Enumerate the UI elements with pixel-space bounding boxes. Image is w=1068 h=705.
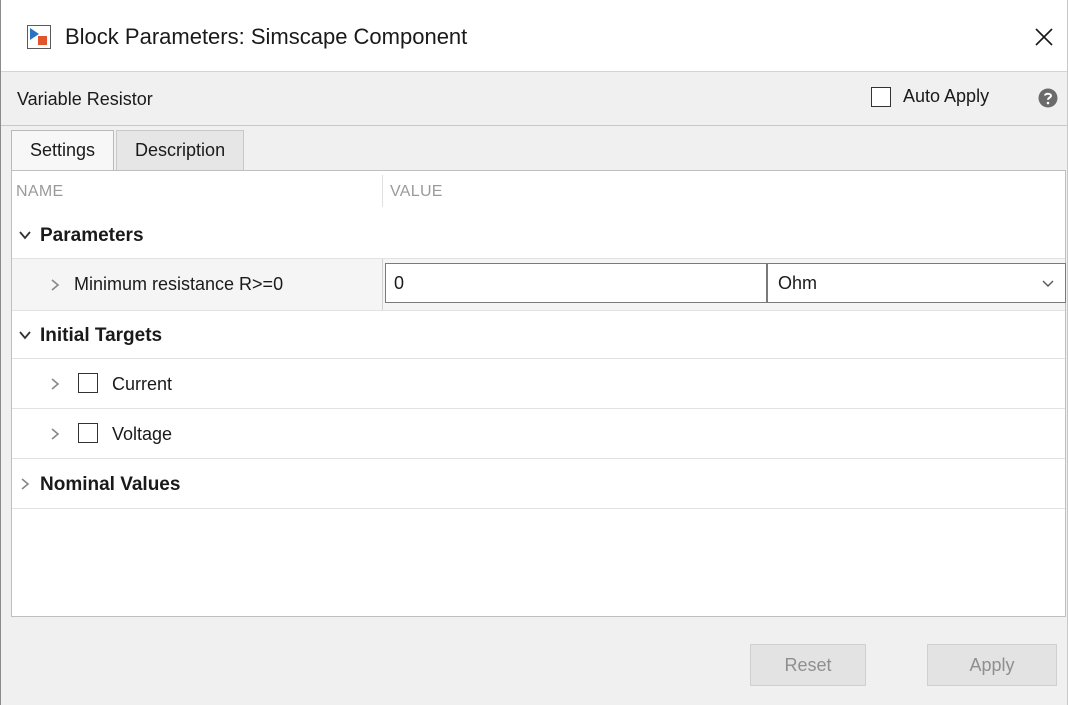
param-row-minimum-resistance: Minimum resistance R>=0 Ohm — [12, 259, 1066, 311]
block-parameters-dialog: Block Parameters: Simscape Component Var… — [0, 0, 1068, 705]
apply-button[interactable]: Apply — [927, 644, 1057, 686]
chevron-down-icon — [1042, 280, 1054, 287]
group-row-initial-targets[interactable]: Initial Targets — [12, 311, 1065, 359]
target-label-voltage: Voltage — [112, 424, 173, 444]
voltage-target-checkbox[interactable] — [78, 423, 98, 443]
param-label-minimum-resistance: Minimum resistance R>=0 — [74, 274, 284, 294]
window-title: Block Parameters: Simscape Component — [65, 24, 468, 49]
column-divider[interactable] — [382, 175, 383, 207]
chevron-right-icon[interactable] — [48, 278, 62, 292]
close-icon[interactable] — [1021, 14, 1067, 60]
group-row-parameters[interactable]: Parameters — [12, 211, 1065, 259]
column-header-name: NAME — [16, 183, 64, 200]
group-label-parameters: Parameters — [40, 225, 144, 246]
value-column-separator — [382, 259, 383, 310]
reset-button[interactable]: Reset — [750, 644, 866, 686]
dialog-header: Variable Resistor Auto Apply — [1, 72, 1067, 126]
group-row-nominal-values[interactable]: Nominal Values — [12, 459, 1065, 509]
parameters-table: NAME VALUE Parameters Minimum resistance… — [11, 170, 1066, 617]
block-name: Variable Resistor — [17, 89, 153, 109]
target-row-current: Current — [12, 359, 1065, 409]
help-icon[interactable] — [1038, 88, 1058, 108]
target-label-current: Current — [112, 374, 173, 394]
simulink-block-icon — [27, 25, 51, 49]
auto-apply-label: Auto Apply — [903, 86, 990, 106]
chevron-right-icon[interactable] — [18, 477, 32, 491]
tab-description[interactable]: Description — [116, 130, 245, 170]
group-label-nominal-values: Nominal Values — [40, 474, 181, 495]
current-target-checkbox[interactable] — [78, 373, 98, 393]
column-header-value: VALUE — [390, 183, 443, 200]
dialog-footer: Reset Apply — [1, 618, 1067, 705]
minimum-resistance-value-field[interactable] — [385, 263, 767, 303]
chevron-down-icon[interactable] — [18, 228, 32, 242]
table-header: NAME VALUE — [12, 171, 1065, 211]
target-row-voltage: Voltage — [12, 409, 1065, 459]
tab-settings[interactable]: Settings — [11, 130, 115, 170]
auto-apply-toggle[interactable]: Auto Apply — [871, 86, 989, 107]
tab-strip: Settings Description — [11, 130, 245, 170]
title-bar[interactable]: Block Parameters: Simscape Component — [1, 0, 1067, 72]
unit-dropdown-value: Ohm — [778, 272, 818, 293]
auto-apply-checkbox[interactable] — [871, 86, 891, 107]
chevron-down-icon[interactable] — [18, 328, 32, 342]
chevron-right-icon[interactable] — [48, 377, 62, 391]
group-label-initial-targets: Initial Targets — [40, 325, 163, 346]
unit-dropdown[interactable]: Ohm — [767, 263, 1066, 303]
chevron-right-icon[interactable] — [48, 427, 62, 441]
